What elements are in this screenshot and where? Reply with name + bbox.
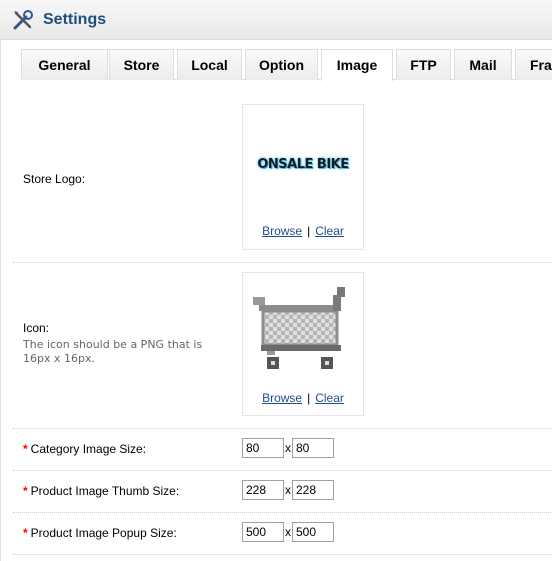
popup-image-size-text: Product Image Popup Size:: [30, 526, 177, 540]
popup-image-size-fields: x: [242, 522, 334, 542]
store-logo-image: ONSALE BIKE: [257, 157, 349, 172]
icon-row: Icon: The icon should be a PNG that is 1…: [13, 262, 552, 429]
category-image-size-text: Category Image Size:: [30, 442, 147, 456]
page-heading: Settings: [0, 0, 552, 40]
thumb-height-input[interactable]: [292, 480, 334, 500]
settings-content: General Store Local Option Image FTP Mai…: [0, 40, 552, 561]
tab-option[interactable]: Option: [245, 49, 318, 80]
tab-mail[interactable]: Mail: [454, 49, 512, 80]
icon-browse-link[interactable]: Browse: [262, 391, 302, 405]
category-width-input[interactable]: [242, 438, 284, 458]
popup-width-input[interactable]: [242, 522, 284, 542]
store-logo-box: ONSALE BIKE Browse | Clear: [242, 104, 364, 250]
size-separator: x: [285, 525, 291, 539]
popup-image-size-label: * Product Image Popup Size:: [23, 526, 177, 540]
settings-tools-icon: [13, 10, 33, 30]
thumb-image-size-fields: x: [242, 480, 334, 500]
icon-box: Browse | Clear: [242, 272, 364, 416]
tab-general[interactable]: General: [21, 49, 108, 80]
tab-local[interactable]: Local: [177, 49, 242, 80]
popup-image-size-row: *Product Image Popup Size: x: [13, 512, 552, 555]
link-separator: |: [307, 224, 311, 238]
tab-fraud[interactable]: Fra: [515, 49, 552, 80]
size-separator: x: [285, 483, 291, 497]
store-logo-label: Store Logo:: [23, 172, 86, 186]
icon-clear-link[interactable]: Clear: [315, 391, 344, 405]
store-logo-browse-link[interactable]: Browse: [262, 224, 302, 238]
tab-bar: General Store Local Option Image FTP Mai…: [21, 49, 552, 81]
category-image-size-label: * Category Image Size:: [23, 442, 146, 456]
tab-image[interactable]: Image: [321, 49, 393, 81]
thumb-image-size-label: * Product Image Thumb Size:: [23, 484, 179, 498]
required-mark: *: [23, 526, 28, 540]
link-separator: |: [307, 391, 311, 405]
icon-help-text: The icon should be a PNG that is 16px x …: [23, 338, 203, 365]
popup-height-input[interactable]: [292, 522, 334, 542]
store-logo-clear-link[interactable]: Clear: [315, 224, 344, 238]
icon-label: Icon:: [23, 321, 50, 335]
shopping-cart-icon: [253, 287, 345, 369]
icon-label-block: Icon: The icon should be a PNG that is 1…: [23, 321, 223, 366]
tab-store[interactable]: Store: [109, 49, 174, 80]
thumb-image-size-row: *Product Image Thumb Size: x: [13, 470, 552, 513]
category-height-input[interactable]: [292, 438, 334, 458]
tab-ftp[interactable]: FTP: [396, 49, 451, 80]
page-title: Settings: [43, 11, 107, 28]
size-separator: x: [285, 441, 291, 455]
category-image-size-fields: x: [242, 438, 334, 458]
required-mark: *: [23, 484, 28, 498]
thumb-image-size-text: Product Image Thumb Size:: [30, 484, 180, 498]
required-mark: *: [23, 442, 28, 456]
category-image-size-row: *Category Image Size: x: [13, 428, 552, 471]
thumb-width-input[interactable]: [242, 480, 284, 500]
store-logo-row: Store Logo: ONSALE BIKE Browse | Clear: [13, 92, 552, 263]
